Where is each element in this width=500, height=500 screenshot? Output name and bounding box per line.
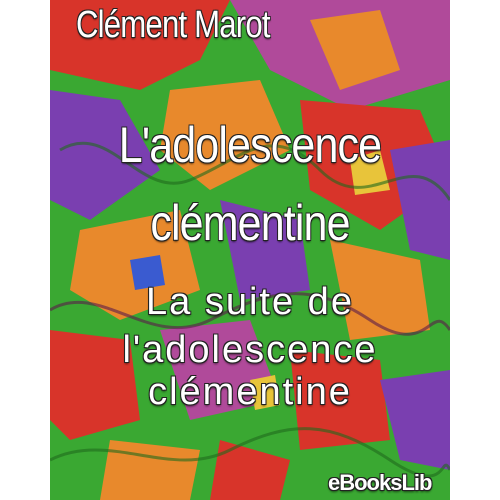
book-cover: Clément Marot L'adolescence clémentine L… [50, 0, 450, 500]
author-name: Clément Marot [76, 4, 271, 46]
publisher-logo: eBooksLib [328, 470, 432, 495]
subtitle-line-2: l'adolescence [122, 329, 378, 371]
title-line-1: L'adolescence [118, 117, 382, 173]
title-line-2: clémentine [150, 195, 350, 251]
subtitle-line-1: La suite de [146, 281, 354, 323]
subtitle-line-3: clémentine [148, 371, 352, 413]
